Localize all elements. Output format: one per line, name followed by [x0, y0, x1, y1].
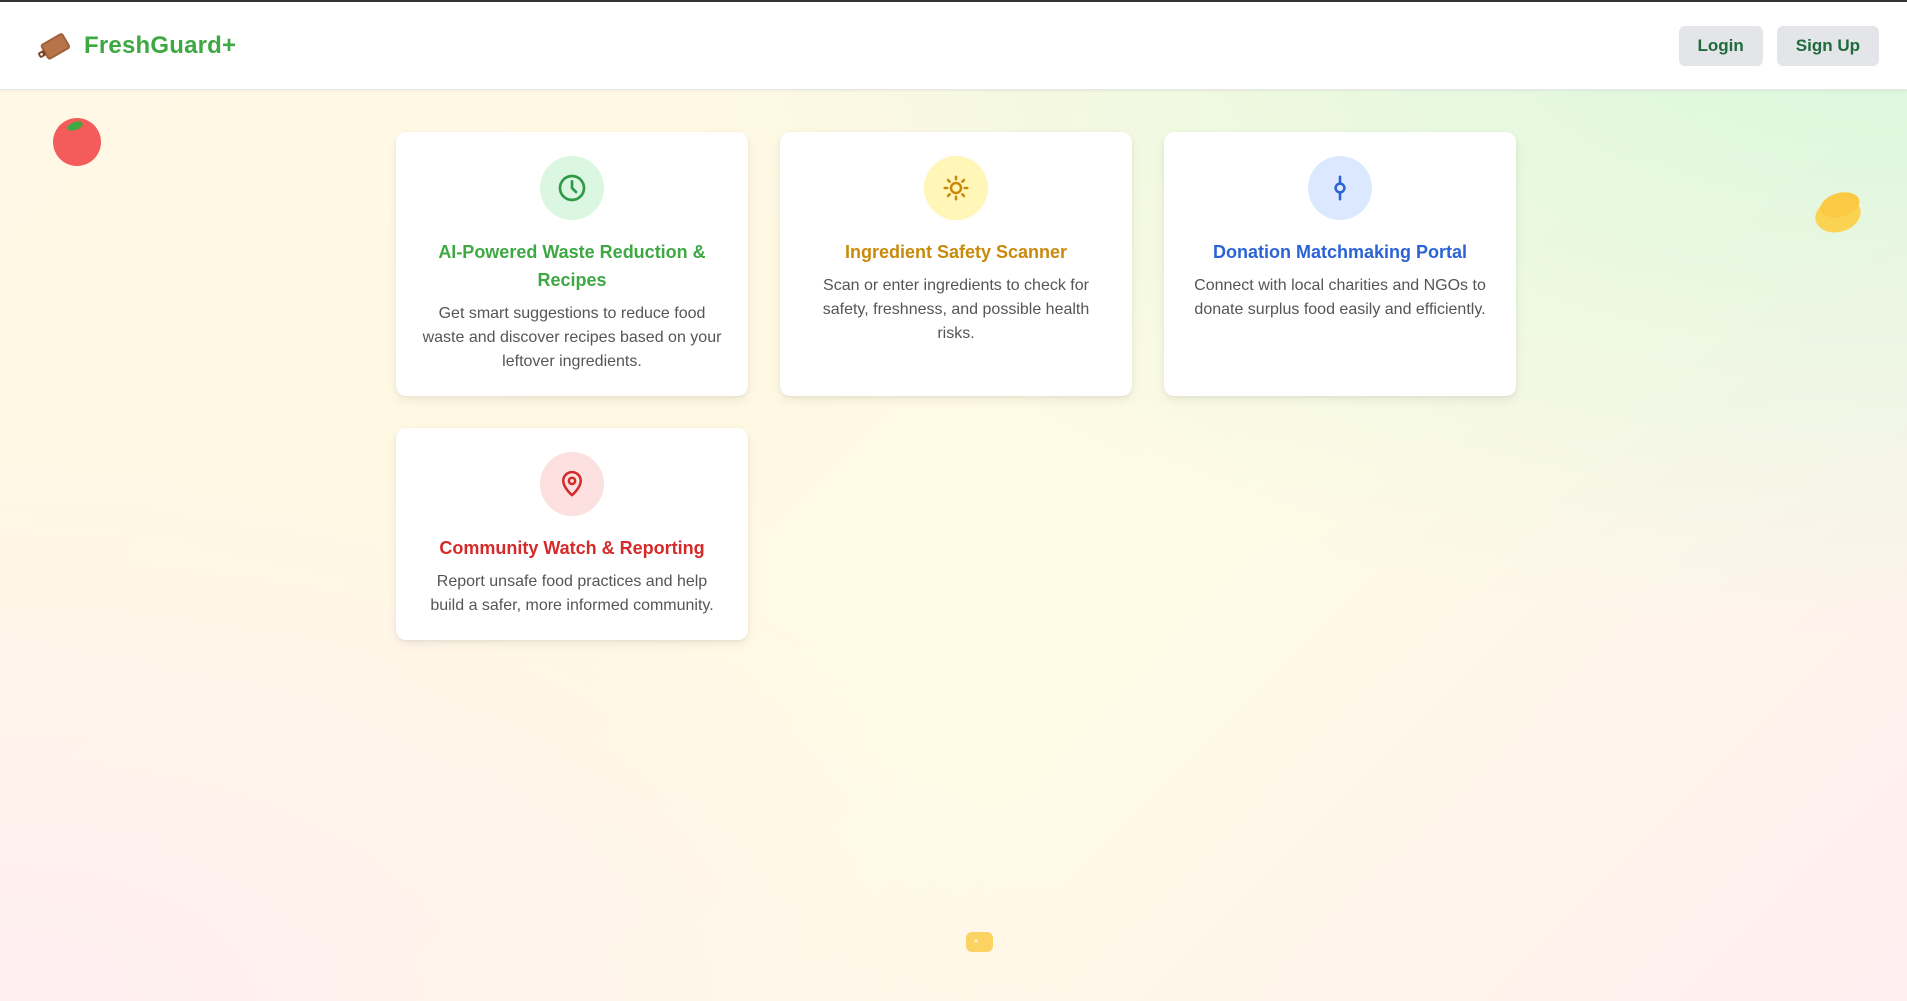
card-description: Scan or enter ingredients to check for s…: [822, 277, 1090, 342]
bread-icon: [966, 932, 993, 952]
feature-card-waste-reduction[interactable]: AI-Powered Waste Reduction & Recipes Get…: [396, 132, 748, 396]
card-description: Connect with local charities and NGOs to…: [1194, 277, 1486, 318]
card-title: Ingredient Safety Scanner: [844, 242, 1068, 262]
card-title: Community Watch & Reporting: [439, 538, 705, 558]
cheese-icon: [1815, 192, 1861, 233]
card-description: Report unsafe food practices and help bu…: [430, 573, 714, 614]
feature-card-donation[interactable]: Donation Matchmaking Portal Connect with…: [1164, 132, 1516, 396]
auth-buttons: Login Sign Up: [1678, 25, 1879, 66]
top-navbar: FreshGuard+ Login Sign Up: [0, 2, 1907, 90]
login-button[interactable]: Login: [1678, 25, 1763, 66]
card-title: AI-Powered Waste Reduction & Recipes: [438, 242, 706, 290]
card-title: Donation Matchmaking Portal: [1212, 242, 1468, 262]
connector-icon: [1334, 175, 1346, 201]
cutting-board-icon: [38, 32, 71, 60]
map-pin-icon: [562, 470, 582, 497]
card-icon-wrapper: [1308, 156, 1372, 220]
sun-icon: [943, 175, 969, 201]
clock-icon: [558, 174, 586, 202]
feature-card-community-watch[interactable]: Community Watch & Reporting Report unsaf…: [396, 428, 748, 640]
card-icon-wrapper: [540, 156, 604, 220]
card-icon-wrapper: [540, 452, 604, 516]
signup-button[interactable]: Sign Up: [1776, 25, 1879, 66]
card-icon-wrapper: [924, 156, 988, 220]
brand-name: FreshGuard+: [84, 31, 237, 59]
feature-card-safety-scanner[interactable]: Ingredient Safety Scanner Scan or enter …: [780, 132, 1132, 396]
tomato-icon: [53, 118, 101, 166]
brand[interactable]: FreshGuard+: [34, 26, 236, 66]
card-description: Get smart suggestions to reduce food was…: [422, 305, 722, 370]
